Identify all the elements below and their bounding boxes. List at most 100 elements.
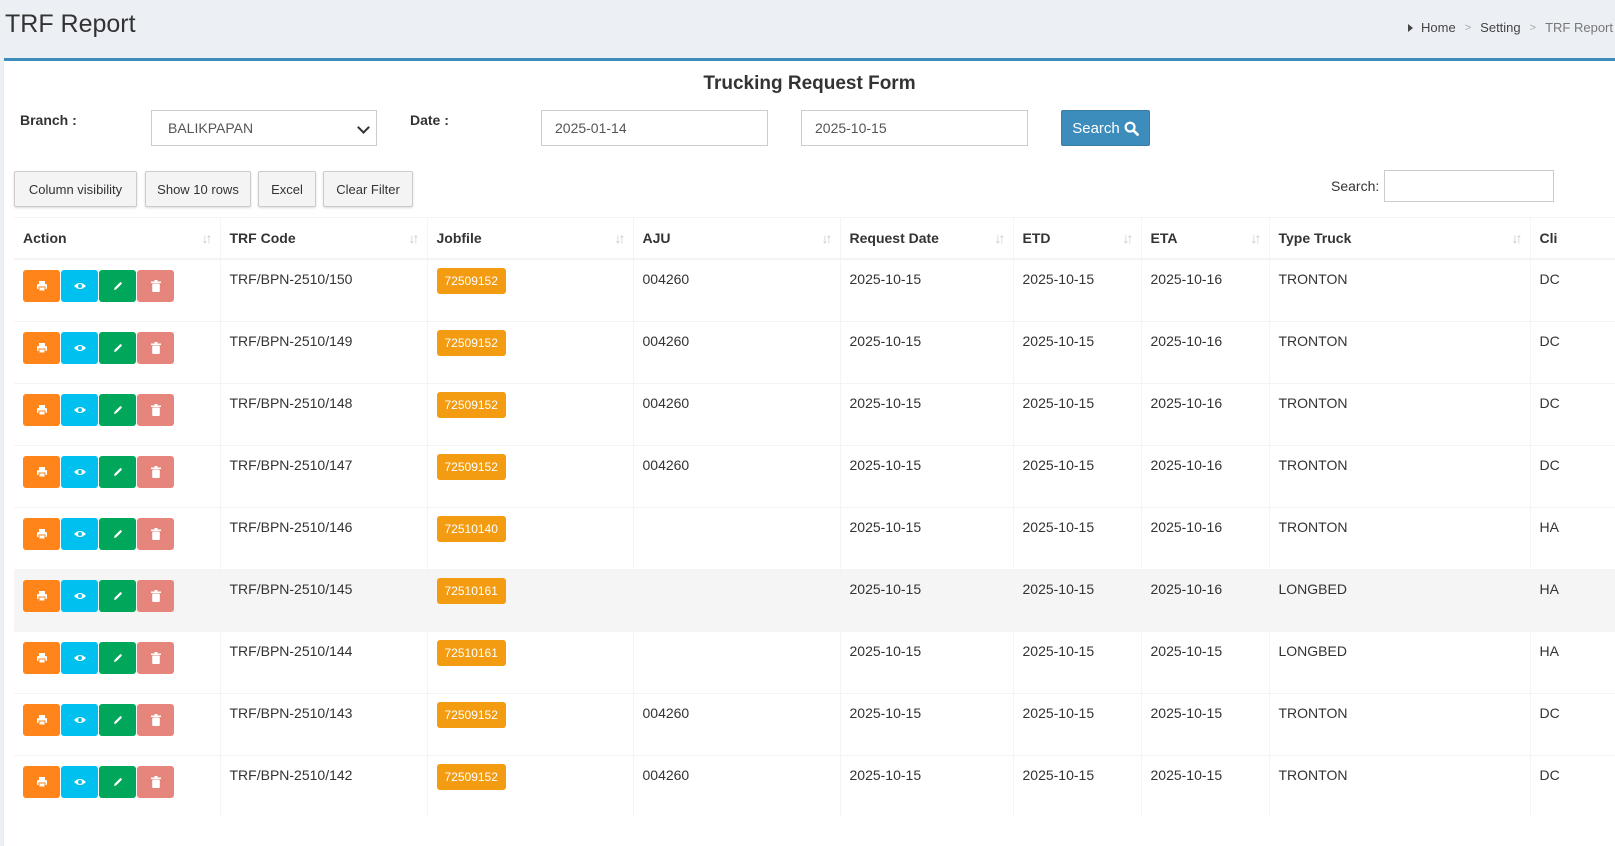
breadcrumb-setting[interactable]: Setting xyxy=(1480,20,1520,35)
column-header-1[interactable]: TRF Code ↓↑ xyxy=(220,217,428,260)
page-header: TRF Report Home > Setting > TRF Report xyxy=(0,0,1615,58)
sort-icon[interactable]: ↓↑ xyxy=(202,230,213,246)
sort-icon[interactable]: ↓↑ xyxy=(1251,230,1262,246)
cell-value: 2025-10-15 xyxy=(1150,642,1223,659)
view-button[interactable] xyxy=(61,331,98,364)
cell-value: HA xyxy=(1539,580,1559,597)
column-header-2[interactable]: Jobfile ↓↑ xyxy=(427,217,634,260)
delete-button[interactable] xyxy=(137,641,174,674)
excel-button[interactable]: Excel xyxy=(258,171,316,207)
print-button[interactable] xyxy=(23,765,60,798)
column-visibility-button[interactable]: Column visibility xyxy=(14,171,137,207)
cell-etd: 2025-10-15 xyxy=(1013,320,1142,383)
date-from-input[interactable]: 2025-01-14 xyxy=(541,110,768,146)
jobfile-badge[interactable]: 72510161 xyxy=(436,639,506,666)
show-rows-button[interactable]: Show 10 rows xyxy=(145,171,251,207)
edit-button[interactable] xyxy=(99,393,136,426)
column-header-4[interactable]: Request Date ↓↑ xyxy=(840,217,1014,260)
action-cell xyxy=(14,630,221,693)
jobfile-badge[interactable]: 72510161 xyxy=(436,577,506,604)
cell-type-truck: TRONTON xyxy=(1269,754,1531,817)
edit-button[interactable] xyxy=(99,270,136,302)
column-header-6[interactable]: ETA ↓↑ xyxy=(1141,217,1270,260)
jobfile-badge[interactable]: 72509152 xyxy=(436,701,506,728)
pencil-icon xyxy=(112,652,124,664)
cell-value: 2025-10-15 xyxy=(1150,704,1223,721)
search-button[interactable]: Search xyxy=(1061,110,1150,146)
view-button[interactable] xyxy=(61,393,98,426)
jobfile-badge[interactable]: 72509152 xyxy=(436,329,506,356)
sort-icon[interactable]: ↓↑ xyxy=(995,230,1006,246)
jobfile-badge[interactable]: 72509152 xyxy=(436,268,506,294)
column-header-label: ETA xyxy=(1150,230,1178,246)
delete-button[interactable] xyxy=(137,331,174,364)
edit-button[interactable] xyxy=(99,455,136,488)
sort-icon[interactable]: ↓↑ xyxy=(1512,230,1523,246)
cell-value: 2025-10-15 xyxy=(1022,456,1095,473)
print-button[interactable] xyxy=(23,455,60,488)
edit-button[interactable] xyxy=(99,765,136,798)
view-button[interactable] xyxy=(61,703,98,736)
clear-filter-button[interactable]: Clear Filter xyxy=(323,171,413,207)
column-header-7[interactable]: Type Truck ↓↑ xyxy=(1269,217,1531,260)
view-button[interactable] xyxy=(61,517,98,550)
print-button[interactable] xyxy=(23,270,60,302)
delete-button[interactable] xyxy=(137,765,174,798)
view-button[interactable] xyxy=(61,579,98,612)
edit-button[interactable] xyxy=(99,641,136,674)
edit-button[interactable] xyxy=(99,331,136,364)
report-box: Trucking Request Form Branch : BALIKPAPA… xyxy=(4,58,1615,846)
view-button[interactable] xyxy=(61,765,98,798)
delete-button[interactable] xyxy=(137,393,174,426)
view-button[interactable] xyxy=(61,270,98,302)
cell-value: 2025-10-15 xyxy=(1022,580,1095,597)
cell-request-date: 2025-10-15 xyxy=(840,444,1014,507)
column-header-3[interactable]: AJU ↓↑ xyxy=(633,217,841,260)
view-button[interactable] xyxy=(61,641,98,674)
print-button[interactable] xyxy=(23,641,60,674)
cell-value: 2025-10-15 xyxy=(849,456,922,473)
action-buttons xyxy=(23,641,211,674)
view-button[interactable] xyxy=(61,455,98,488)
edit-button[interactable] xyxy=(99,517,136,550)
jobfile-badge[interactable]: 72509152 xyxy=(436,763,506,790)
table-search-input[interactable] xyxy=(1384,170,1554,202)
jobfile-badge[interactable]: 72510140 xyxy=(436,515,506,542)
print-button[interactable] xyxy=(23,331,60,364)
cell-value: DC xyxy=(1539,704,1560,721)
action-cell xyxy=(14,754,221,817)
cell-value: TRONTON xyxy=(1278,271,1348,287)
table-row: TRF/BPN-2510/150 72509152 004260 2025-10-15… xyxy=(14,258,1615,321)
table-body: TRF/BPN-2510/150 72509152 004260 2025-10-15… xyxy=(14,258,1615,817)
print-button[interactable] xyxy=(23,517,60,550)
delete-button[interactable] xyxy=(137,579,174,612)
column-header-label: Cli xyxy=(1539,230,1558,246)
edit-button[interactable] xyxy=(99,579,136,612)
delete-button[interactable] xyxy=(137,455,174,488)
pencil-icon xyxy=(112,404,124,416)
date-to-input[interactable]: 2025-10-15 xyxy=(801,110,1028,146)
eye-icon xyxy=(73,281,87,291)
sort-icon[interactable]: ↓↑ xyxy=(1123,230,1134,246)
jobfile-badge[interactable]: 72509152 xyxy=(436,391,506,418)
column-header-8[interactable]: Cli xyxy=(1530,217,1615,260)
sort-icon[interactable]: ↓↑ xyxy=(615,230,626,246)
delete-button[interactable] xyxy=(137,517,174,550)
print-button[interactable] xyxy=(23,703,60,736)
print-button[interactable] xyxy=(23,579,60,612)
chevron-down-icon xyxy=(357,121,370,134)
action-buttons xyxy=(23,270,211,302)
breadcrumb-home[interactable]: Home xyxy=(1421,20,1456,35)
sort-icon[interactable]: ↓↑ xyxy=(822,230,833,246)
jobfile-badge[interactable]: 72509152 xyxy=(436,453,506,480)
delete-button[interactable] xyxy=(137,270,174,302)
cell-eta: 2025-10-16 xyxy=(1141,568,1270,631)
sort-icon[interactable]: ↓↑ xyxy=(409,230,420,246)
cell-etd: 2025-10-15 xyxy=(1013,444,1142,507)
delete-button[interactable] xyxy=(137,703,174,736)
column-header-0[interactable]: Action ↓↑ xyxy=(14,217,221,260)
print-button[interactable] xyxy=(23,393,60,426)
edit-button[interactable] xyxy=(99,703,136,736)
column-header-5[interactable]: ETD ↓↑ xyxy=(1013,217,1142,260)
branch-select[interactable]: BALIKPAPAN xyxy=(151,110,377,146)
